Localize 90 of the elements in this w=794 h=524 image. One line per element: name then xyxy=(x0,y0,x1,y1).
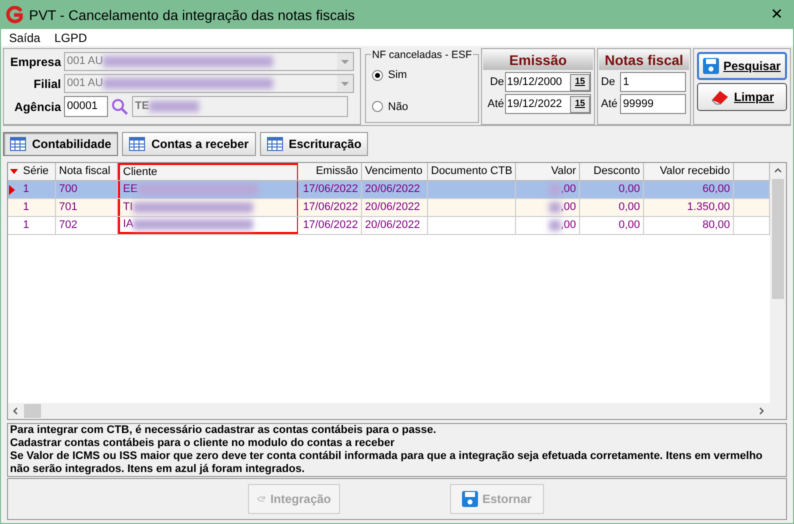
table-cell: 1 xyxy=(20,199,56,216)
table-row[interactable]: 1 700 EE 17/06/2022 20/06/2022 ,00 0,00 60,00 xyxy=(8,181,770,199)
blurred-text xyxy=(149,101,200,112)
window-title: PVT - Cancelamento da integração das notas fiscais xyxy=(29,6,356,25)
table-cell: 0,00 xyxy=(580,199,644,216)
field-value: TE xyxy=(135,99,150,114)
field-label: Empresa xyxy=(9,54,61,70)
select-field[interactable]: 001 AU xyxy=(64,74,354,93)
search-icon[interactable] xyxy=(111,98,129,116)
current-row-icon xyxy=(8,184,16,196)
table-cell: 20/06/2022 xyxy=(362,181,428,198)
radio-label: Sim xyxy=(388,68,407,83)
app-logo-icon xyxy=(5,6,23,24)
table-cell: 17/06/2022 xyxy=(298,217,362,234)
table-icon xyxy=(129,137,146,151)
menu-item[interactable]: LGPD xyxy=(54,28,88,46)
info-text: Para integrar com CTB, é necessário cadastrar as contas contábeis para o passe. xyxy=(10,424,438,437)
menu-item[interactable]: Saída xyxy=(9,28,40,46)
group-header: Emissão xyxy=(483,50,593,70)
number-field[interactable]: 1 xyxy=(620,72,686,92)
blurred-text xyxy=(548,220,561,231)
clear-button[interactable]: Limpar xyxy=(697,83,787,111)
table-cell: 0,00 xyxy=(580,217,644,234)
column-header[interactable]: Valor recebido xyxy=(644,163,734,180)
table-cell: ,00 xyxy=(516,181,580,198)
number-field[interactable]: 99999 xyxy=(620,94,686,114)
date-field[interactable]: 19/12/2022 15 xyxy=(505,94,591,114)
scroll-up-icon[interactable] xyxy=(774,167,782,175)
table-cell: 80,00 xyxy=(644,217,734,234)
column-header[interactable]: Série xyxy=(20,163,56,180)
radio-button[interactable] xyxy=(372,101,383,112)
field-value: 19/12/2000 xyxy=(507,74,562,90)
scrollbar-thumb[interactable] xyxy=(24,404,41,418)
table-cell: 1 xyxy=(20,217,56,234)
table-cell: ,00 xyxy=(516,217,580,234)
column-header[interactable]: Nota fiscal xyxy=(56,163,118,180)
table-cell: 1 xyxy=(20,181,56,198)
vertical-scrollbar[interactable] xyxy=(770,163,786,403)
horizontal-scrollbar[interactable] xyxy=(8,403,786,419)
table-cell: 20/06/2022 xyxy=(362,217,428,234)
table-cell: 701 xyxy=(56,199,118,216)
table-cell: 0,00 xyxy=(580,181,644,198)
search-button[interactable]: Pesquisar xyxy=(697,52,787,80)
table-cell: 17/06/2022 xyxy=(298,199,362,216)
code-field[interactable]: 00001 xyxy=(64,96,108,117)
close-button[interactable]: ✕ xyxy=(765,4,789,26)
sort-arrow-icon xyxy=(10,169,18,174)
date-field[interactable]: 19/12/2000 15 xyxy=(505,72,591,92)
field-label: Até xyxy=(601,96,619,112)
table-cell: 700 xyxy=(56,181,118,198)
group-header: Notas fiscal xyxy=(599,50,689,70)
table-row[interactable]: 1 701 TI 17/06/2022 20/06/2022 ,00 0,00 1.350,00 xyxy=(8,199,770,217)
table-cell: 20/06/2022 xyxy=(362,199,428,216)
table-icon xyxy=(10,137,26,151)
radio-label: Não xyxy=(388,100,408,114)
field-label: De xyxy=(601,74,616,90)
field-label: Até xyxy=(487,96,504,112)
calendar-button[interactable]: 15 xyxy=(570,96,590,112)
tab[interactable]: Contas a receber xyxy=(122,132,256,156)
info-text: Se Valor de ICMS ou ISS maior que zero deve ter conta contábil informada para que a integração seja efetuada corretamente. Itens em vermelho não serão integrados. Itens em azul já foram integrados. xyxy=(10,450,764,476)
select-field[interactable]: 001 AU xyxy=(64,52,354,71)
field-label: Filial xyxy=(32,76,61,92)
field-label: De xyxy=(490,74,504,90)
table-row[interactable]: 1 702 IA 17/06/2022 20/06/2022 ,00 0,00 80,00 xyxy=(8,217,770,235)
table-icon xyxy=(266,137,283,151)
blurred-text xyxy=(548,202,561,213)
field-value: 001 AU xyxy=(67,76,104,92)
info-text: Cadastrar contas contábeis para o cliente no modulo do contas a receber xyxy=(10,437,396,450)
column-header[interactable]: Vencimento xyxy=(362,163,428,180)
tab[interactable]: Contabilidade xyxy=(3,132,118,156)
column-header[interactable]: Desconto xyxy=(580,163,644,180)
field-value: 19/12/2022 xyxy=(507,96,562,112)
column-header[interactable]: Valor xyxy=(516,163,580,180)
table-cell: IA xyxy=(118,217,298,234)
table-cell: ,00 xyxy=(516,199,580,216)
table-cell: 17/06/2022 xyxy=(298,181,362,198)
column-header[interactable]: Emissão xyxy=(298,163,362,180)
radio-button[interactable] xyxy=(372,70,383,81)
calendar-button[interactable]: 15 xyxy=(570,74,590,90)
field-value: 001 AU xyxy=(67,54,104,70)
tab[interactable]: Escrituração xyxy=(260,132,368,156)
scroll-right-icon[interactable] xyxy=(758,407,766,415)
field-label: Agência xyxy=(13,98,61,116)
table-cell: 702 xyxy=(56,217,118,234)
scroll-left-icon[interactable] xyxy=(12,407,20,415)
table-cell: 60,00 xyxy=(644,181,734,198)
scrollbar-thumb[interactable] xyxy=(772,179,784,299)
column-header[interactable]: Documento CTB xyxy=(428,163,516,180)
table-cell: 1.350,00 xyxy=(644,199,734,216)
eraser-icon xyxy=(710,89,730,105)
